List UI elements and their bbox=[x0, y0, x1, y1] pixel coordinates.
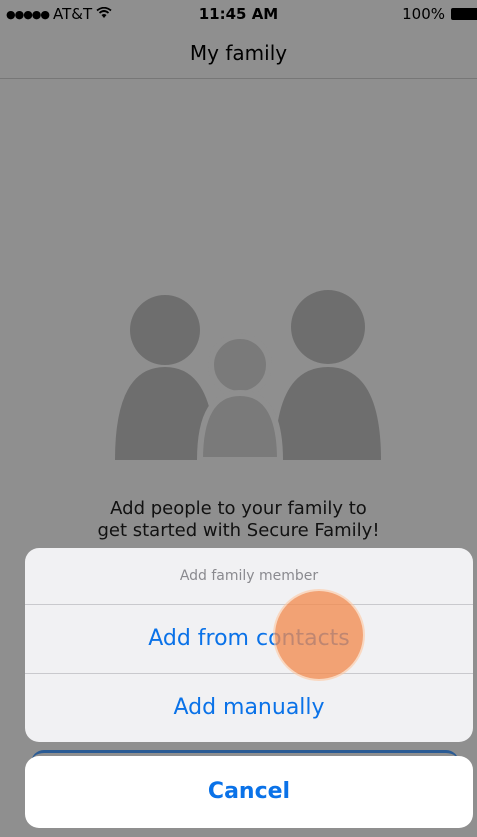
cancel-button[interactable]: Cancel bbox=[25, 756, 473, 828]
navigation-bar: My family bbox=[0, 28, 477, 79]
touch-indicator bbox=[275, 591, 363, 679]
add-manually-button[interactable]: Add manually bbox=[25, 674, 473, 742]
status-right: 100% bbox=[402, 5, 477, 23]
battery-icon bbox=[451, 8, 477, 20]
action-sheet-title: Add family member bbox=[25, 548, 473, 605]
empty-state-message: Add people to your family to get started… bbox=[60, 498, 417, 542]
page-title: My family bbox=[189, 41, 288, 65]
empty-state-line-2: get started with Secure Family! bbox=[97, 520, 380, 541]
status-bar: ●●●●● AT&T 11:45 AM 100% bbox=[0, 0, 477, 28]
empty-state-line-1: Add people to your family to bbox=[110, 498, 367, 519]
action-sheet: Add family member Add from contacts Add … bbox=[25, 548, 473, 742]
battery-percent: 100% bbox=[402, 5, 445, 23]
family-silhouette-icon bbox=[115, 290, 381, 460]
add-from-contacts-button[interactable]: Add from contacts bbox=[25, 605, 473, 674]
